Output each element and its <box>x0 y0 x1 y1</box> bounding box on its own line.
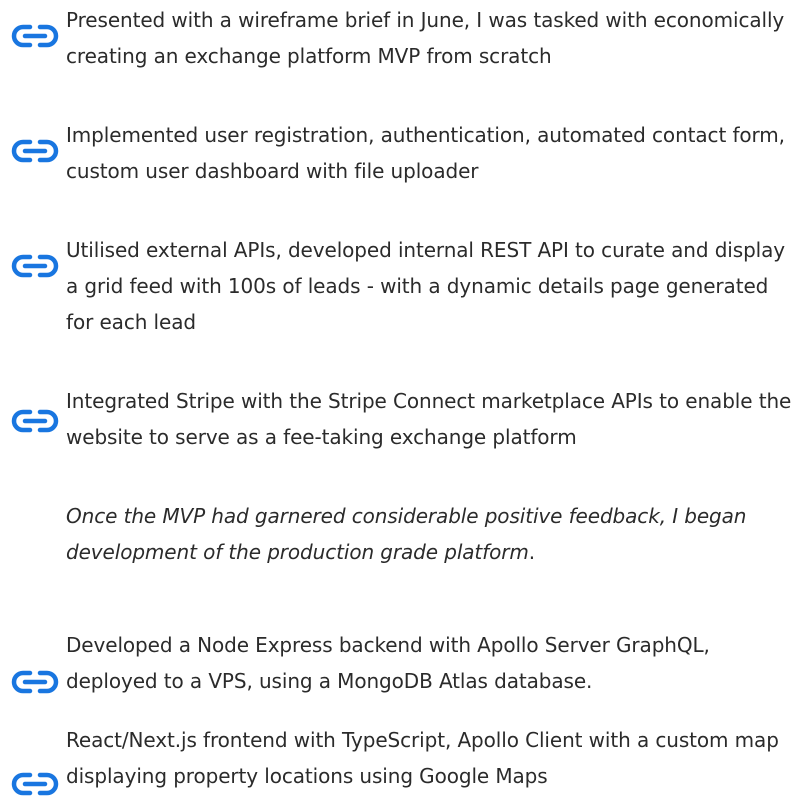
link-icon <box>10 139 60 163</box>
link-icon <box>10 670 60 694</box>
note-text: Once the MVP had garnered considerable p… <box>66 504 747 564</box>
italic-note: Once the MVP had garnered considerable p… <box>66 498 801 570</box>
item-text: Integrated Stripe with the Stripe Connec… <box>66 389 792 449</box>
link-icon <box>10 772 60 796</box>
item-text: Utilised external APIs, developed intern… <box>66 238 786 334</box>
link-icon <box>10 24 60 48</box>
link-icon <box>10 409 60 433</box>
note-period: . <box>528 540 536 564</box>
item-text: Implemented user registration, authentic… <box>66 123 785 183</box>
link-icon <box>10 254 60 278</box>
item-text: React/Next.js frontend with TypeScript, … <box>66 728 779 788</box>
item-text: Developed a Node Express backend with Ap… <box>66 633 710 693</box>
item-text: Presented with a wireframe brief in June… <box>66 8 785 68</box>
